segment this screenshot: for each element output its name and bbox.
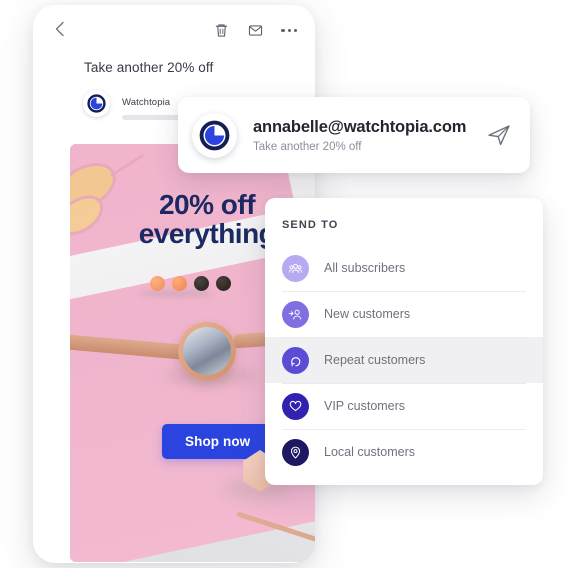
send-to-option-label: All subscribers	[324, 261, 406, 275]
phone-toolbar	[33, 5, 315, 53]
promo-headline-line1: 20% off	[158, 189, 256, 220]
recipient-email-subject: Take another 20% off	[253, 140, 362, 153]
sender-name: Watchtopia	[122, 97, 171, 108]
send-to-option-local-customers[interactable]: Local customers	[265, 429, 543, 475]
more-options-icon[interactable]	[281, 22, 297, 39]
watch-face	[183, 327, 231, 375]
send-paper-plane-icon[interactable]	[486, 122, 512, 148]
watch-photo-object	[178, 322, 236, 380]
send-to-option-repeat-customers[interactable]: Repeat customers	[265, 337, 543, 383]
send-to-title: SEND TO	[282, 219, 339, 231]
screenshot-root: Take another 20% off Watchtopia 20% off …	[0, 0, 582, 568]
watchtopia-clock-logo	[192, 112, 237, 158]
send-to-option-label: Repeat customers	[324, 353, 426, 367]
recipient-email-card[interactable]: annabelle@watchtopia.com Take another 20…	[178, 97, 530, 173]
email-subject-line: Take another 20% off	[84, 60, 214, 75]
earrings-photo-object	[150, 276, 231, 291]
back-chevron-icon[interactable]	[53, 21, 67, 37]
group-people-icon	[282, 254, 309, 282]
watchtopia-clock-logo	[83, 90, 110, 117]
envelope-icon[interactable]	[247, 22, 264, 39]
recipient-email-address: annabelle@watchtopia.com	[253, 117, 467, 136]
earrings-shadow	[140, 290, 214, 297]
send-to-panel: SEND TO All subscribers New customers Re…	[265, 198, 543, 485]
send-to-option-all-subscribers[interactable]: All subscribers	[265, 245, 543, 291]
send-to-option-label: Local customers	[324, 445, 416, 459]
send-to-option-vip-customers[interactable]: VIP customers	[265, 383, 543, 429]
heart-icon	[282, 392, 309, 420]
trash-icon[interactable]	[213, 22, 230, 39]
add-person-icon	[282, 300, 309, 328]
send-to-option-new-customers[interactable]: New customers	[265, 291, 543, 337]
send-to-option-label: VIP customers	[324, 399, 406, 413]
refresh-loop-icon	[282, 346, 309, 374]
location-pin-icon	[282, 438, 309, 466]
send-to-option-label: New customers	[324, 307, 411, 321]
